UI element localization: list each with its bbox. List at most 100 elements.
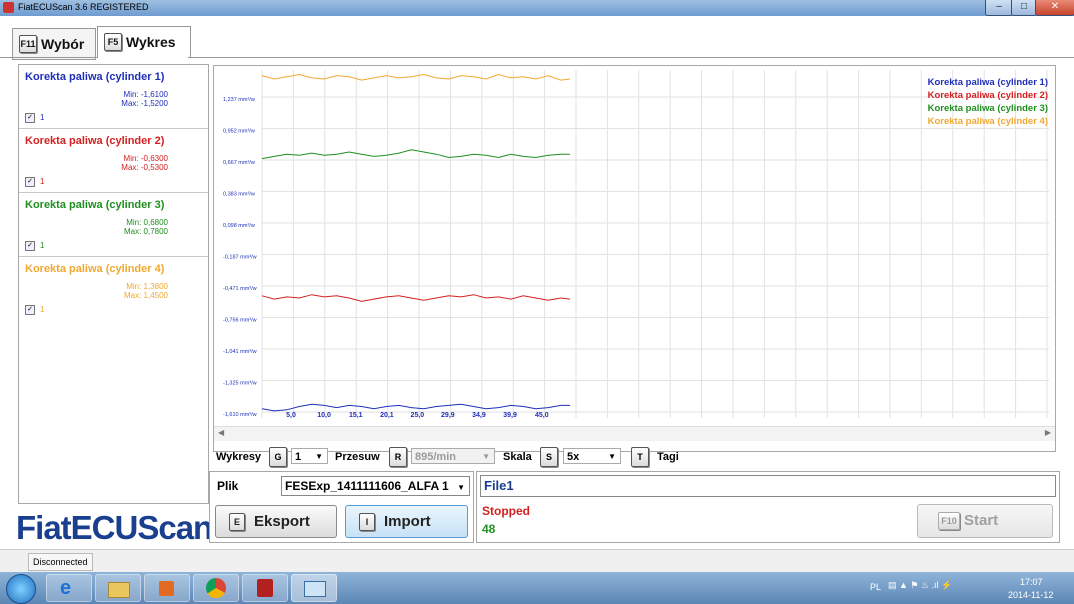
export-button[interactable]: E Eksport [215,505,337,538]
y-tick-label: -0,187 mm³/w [223,255,257,261]
tray-icons[interactable]: ▤ ▲ ⚑ ♨ .ıl ⚡ [888,580,952,591]
skala-key-badge: S [540,447,558,467]
sensor-checkbox[interactable]: ✓ [25,305,35,315]
sensor-item-cylinder-1[interactable]: Korekta paliwa (cylinder 1) Min: -1,6100… [19,65,208,129]
y-tick-label: -1,041 mm³/w [223,349,257,355]
sensor-item-cylinder-4[interactable]: Korekta paliwa (cylinder 4) Min: 1,3800 … [19,257,208,320]
sensor-checkbox[interactable]: ✓ [25,113,35,123]
clock-date[interactable]: 2014-11-12 [1008,590,1053,600]
internet-explorer-icon[interactable]: e [46,574,92,602]
connection-status: Disconnected [28,553,93,571]
chart-horizontal-scrollbar[interactable]: ◀ ▶ [214,426,1055,441]
tab-key-badge: F11 [19,35,37,53]
y-tick-label: -0,756 mm³/w [223,318,257,324]
export-key-badge: E [229,513,245,531]
wykresy-select-value: 1 [295,451,302,463]
close-icon: ✕ [1050,1,1060,12]
tab-label: Wykres [126,34,176,50]
skala-label: Skala [503,451,532,463]
sensor-name: Korekta paliwa (cylinder 1) [25,71,165,83]
sensor-min: Min: -1,6100 [123,90,168,99]
clock-time[interactable]: 17:07 [1020,577,1043,587]
y-tick-label: 0,098 mm³/w [223,223,255,229]
file-label: Plik [217,479,239,493]
x-tick-label: 15,1 [349,412,363,419]
file-select-value: FESExp_1411111606_ALFA 1 [285,479,449,493]
tab-key-badge: F5 [104,33,122,51]
file-select[interactable]: FESExp_1411111606_ALFA 1 ▼ [281,476,470,496]
y-tick-label: 0,952 mm³/w [223,129,255,135]
language-indicator[interactable]: PL [870,582,881,592]
przesuw-select[interactable]: 895/min ▼ [411,448,495,464]
sensor-name: Korekta paliwa (cylinder 4) [25,263,165,275]
chevron-down-icon: ▼ [457,478,465,495]
przesuw-select-value: 895/min [415,451,456,463]
file-name-value: File1 [484,478,514,493]
y-tick-label: -1,610 mm³/w [223,412,257,418]
tab-wykres[interactable]: F5 Wykres [97,26,191,58]
windows-taskbar: e PL ▤ ▲ ⚑ ♨ .ıl ⚡ 17:07 2014-11-12 [0,572,1074,604]
file-panel: Plik FESExp_1411111606_ALFA 1 ▼ E Eksport… [209,471,474,543]
ecu-tool-icon[interactable] [242,574,288,602]
sample-count: 48 [482,522,496,536]
x-tick-label: 25,0 [411,412,425,419]
skala-select[interactable]: 5x ▼ [563,448,621,464]
y-tick-label: -0,471 mm³/w [223,286,257,292]
line-chart: 1,237 mm³/w 0,952 mm³/w 0,667 mm³/w 0,383 m… [223,70,1049,419]
sensor-checkbox[interactable]: ✓ [25,177,35,187]
import-button-label: Import [384,513,431,530]
tagi-key-badge[interactable]: T [631,447,649,467]
sensor-min: Min: 0,6800 [126,218,168,227]
start-button[interactable]: F10 Start [917,504,1053,538]
scroll-right-icon[interactable]: ▶ [1045,428,1051,437]
tab-label: Wybór [41,36,85,52]
sensor-checkbox[interactable]: ✓ [25,241,35,251]
chevron-down-icon: ▼ [608,452,616,461]
start-key-badge: F10 [938,512,960,530]
sensor-max: Max: -0,5300 [121,163,168,172]
sensor-item-cylinder-3[interactable]: Korekta paliwa (cylinder 3) Min: 0,6800 … [19,193,208,257]
start-menu-button[interactable] [6,574,36,604]
minimize-button[interactable]: – [985,0,1013,16]
maximize-button[interactable]: □ [1011,0,1037,16]
run-state: Stopped [482,504,530,518]
chart-controls: Wykresy G 1 ▼ Przesuw R 895/min ▼ Skala S … [213,445,913,469]
x-tick-label: 39,9 [503,412,517,419]
sensor-checkbox-label: 1 [40,177,45,186]
przesuw-label: Przesuw [335,451,380,463]
sensor-min: Min: 1,3800 [126,282,168,291]
sensor-checkbox-label: 1 [40,241,45,250]
legend-entry: Korekta paliwa (cylinder 1) [928,77,1048,88]
y-tick-label: 0,667 mm³/w [223,160,255,166]
series-line-cylinder-4 [261,73,571,81]
wykresy-label: Wykresy [216,451,262,463]
sensor-name: Korekta paliwa (cylinder 3) [25,199,165,211]
x-tick-label: 45,0 [535,412,549,419]
wykresy-select[interactable]: 1 ▼ [291,448,328,464]
series-line-cylinder-3 [261,149,570,160]
close-button[interactable]: ✕ [1035,0,1074,16]
scroll-left-icon[interactable]: ◀ [218,428,224,437]
status-bar: Disconnected [0,549,1074,573]
file-name-field[interactable]: File1 [480,475,1056,497]
window-titlebar: FiatECUScan 3.6 REGISTERED – □ ✕ [0,0,1074,16]
import-key-badge: I [359,513,375,531]
sensor-item-cylinder-2[interactable]: Korekta paliwa (cylinder 2) Min: -0,6300… [19,129,208,193]
przesuw-key-badge: R [389,447,407,467]
fiatecuscan-taskbar-icon[interactable] [291,574,337,602]
tab-wybor[interactable]: F11 Wybór [12,28,96,60]
file-explorer-icon[interactable] [95,574,141,602]
tagi-label[interactable]: Tagi [657,451,679,463]
y-tick-label: -1,325 mm³/w [223,381,257,387]
sensor-checkbox-label: 1 [40,113,45,122]
series-line-cylinder-2 [261,294,571,302]
sensor-name: Korekta paliwa (cylinder 2) [25,135,165,147]
legend-entry: Korekta paliwa (cylinder 2) [928,90,1048,101]
x-tick-label: 20,1 [380,412,394,419]
sensor-checkbox-label: 1 [40,305,45,314]
chrome-icon[interactable] [193,574,239,602]
skala-select-value: 5x [567,451,580,463]
media-player-icon[interactable] [144,574,190,602]
import-button[interactable]: I Import [345,505,468,538]
x-tick-label: 29,9 [441,412,455,419]
